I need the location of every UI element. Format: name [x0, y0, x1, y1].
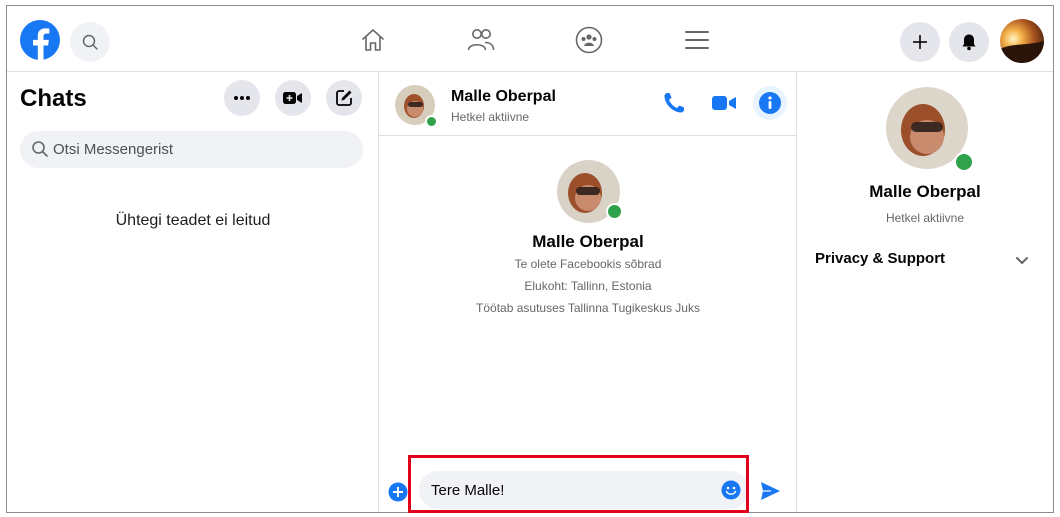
- new-video-room-button[interactable]: [275, 80, 311, 116]
- plus-circle-icon: [388, 482, 408, 502]
- search-icon: [32, 141, 48, 157]
- chats-title: Chats: [20, 85, 87, 112]
- emoji-button[interactable]: [721, 480, 741, 505]
- friends-status-text: Te olete Facebookis sõbrad: [514, 257, 662, 271]
- hamburger-menu-icon: [685, 31, 709, 49]
- online-indicator: [954, 152, 974, 172]
- chat-options-button[interactable]: [224, 80, 260, 116]
- account-avatar[interactable]: [1000, 19, 1044, 63]
- conversation-header: Malle Oberpal Hetkel aktiivne: [379, 72, 797, 136]
- friends-icon: [467, 29, 495, 51]
- conversation-info-button[interactable]: [753, 86, 787, 120]
- plus-icon: [913, 35, 927, 49]
- conversation-panel: Malle Oberpal Hetkel aktiivne Malle Ober…: [379, 72, 797, 512]
- video-camera-plus-icon: [283, 92, 302, 104]
- video-camera-icon: [712, 96, 736, 110]
- send-button[interactable]: [759, 480, 781, 507]
- expand-privacy-button[interactable]: [1015, 253, 1029, 271]
- message-input[interactable]: [431, 471, 711, 509]
- more-actions-button[interactable]: [388, 482, 408, 507]
- menu-nav-button[interactable]: [677, 22, 717, 58]
- create-button[interactable]: [900, 22, 940, 62]
- audio-call-button[interactable]: [661, 90, 687, 121]
- online-indicator: [606, 203, 623, 220]
- contact-name[interactable]: Malle Oberpal: [451, 88, 556, 106]
- online-indicator: [425, 115, 438, 128]
- new-message-button[interactable]: [326, 80, 362, 116]
- notifications-button[interactable]: [949, 22, 989, 62]
- search-icon: [82, 34, 98, 50]
- home-nav-button[interactable]: [353, 22, 393, 58]
- info-contact-status: Hetkel aktiivne: [885, 211, 965, 225]
- messenger-search-input[interactable]: [53, 131, 353, 168]
- messenger-search: [20, 131, 363, 168]
- compose-icon: [336, 90, 352, 106]
- privacy-support-section[interactable]: Privacy & Support: [815, 250, 945, 267]
- home-icon: [362, 29, 384, 51]
- bell-icon: [962, 34, 976, 51]
- phone-icon: [664, 93, 684, 113]
- contact-status: Hetkel aktiivne: [451, 110, 530, 124]
- groups-icon: [575, 26, 603, 54]
- groups-nav-button[interactable]: [569, 22, 609, 58]
- send-arrow-icon: [761, 482, 780, 500]
- profile-name: Malle Oberpal: [532, 232, 644, 251]
- messenger-window: Chats Ühte: [6, 5, 1054, 513]
- smiley-icon: [721, 480, 741, 500]
- facebook-logo-icon[interactable]: [20, 20, 60, 60]
- more-dots-icon: [234, 96, 250, 100]
- video-call-button[interactable]: [710, 90, 738, 121]
- location-text: Elukoht: Tallinn, Estonia: [524, 279, 652, 293]
- work-text: Töötab asutuses Tallinna Tugikeskus Juks: [476, 301, 700, 315]
- info-contact-name: Malle Oberpal: [869, 182, 981, 201]
- top-navigation-bar: [7, 6, 1053, 72]
- info-icon: [759, 92, 781, 114]
- empty-chats-message: Ühtegi teadet ei leitud: [115, 212, 271, 229]
- contact-info-panel: Malle Oberpal Hetkel aktiivne Privacy & …: [797, 72, 1053, 512]
- friends-nav-button[interactable]: [461, 22, 501, 58]
- search-button[interactable]: [70, 22, 110, 62]
- chevron-down-icon: [1016, 257, 1028, 264]
- chats-sidebar: Chats Ühte: [7, 72, 379, 512]
- message-composer: [419, 471, 749, 509]
